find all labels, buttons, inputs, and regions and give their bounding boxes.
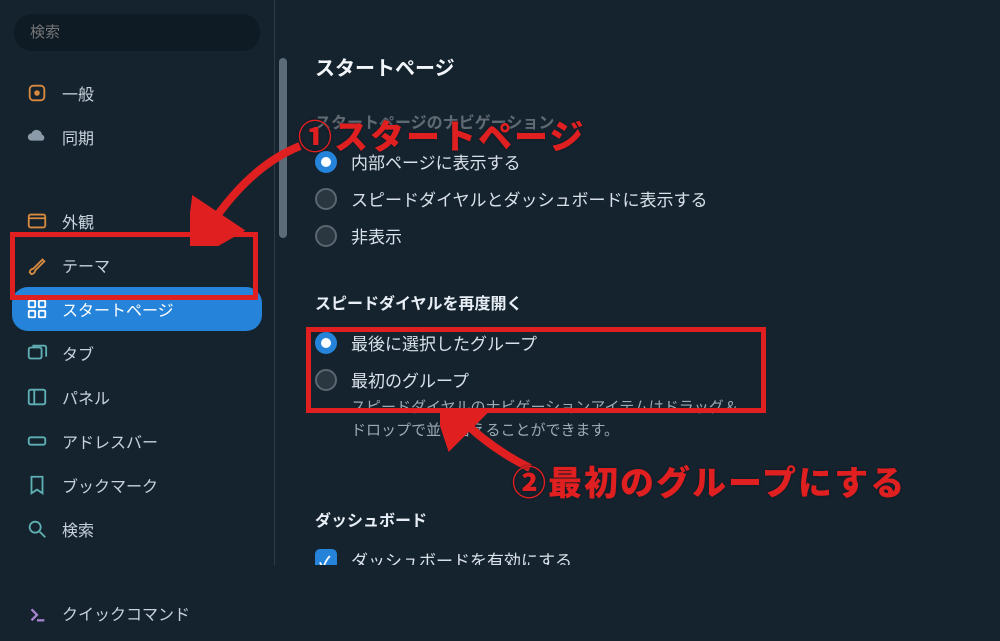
radio-label: 非表示 — [351, 223, 402, 248]
checkbox-enable-dashboard[interactable]: ダッシュボードを有効にする — [315, 541, 960, 565]
panel-icon — [26, 386, 48, 408]
cloud-icon — [26, 126, 48, 148]
sidebar-item-search[interactable]: 検索 — [12, 507, 262, 551]
settings-icon — [26, 82, 48, 104]
annotation-label-1: ①スタートページ — [298, 110, 585, 159]
sidebar-item-tabs[interactable]: タブ — [12, 331, 262, 375]
radio-label: スピードダイヤルとダッシュボードに表示する — [351, 186, 708, 211]
search-container — [14, 14, 260, 51]
window-icon — [26, 210, 48, 232]
radio-description: スピードダイヤルのナビゲーションアイテムはドラッグ＆ドロップで並び替えることがで… — [351, 396, 751, 441]
sidebar-item-label: 検索 — [62, 517, 94, 541]
checkbox-input[interactable] — [315, 549, 337, 566]
sidebar-item-label: スタートページ — [62, 297, 174, 321]
sidebar-item-panels[interactable]: パネル — [12, 375, 262, 419]
radio-input[interactable] — [315, 188, 337, 210]
sidebar-item-bookmarks[interactable]: ブックマーク — [12, 463, 262, 507]
sidebar-item-label: ブックマーク — [62, 473, 158, 497]
sidebar-item-label: 一般 — [62, 81, 94, 105]
radio-input[interactable] — [315, 332, 337, 354]
sidebar-item-label: タブ — [62, 341, 94, 365]
radio-show-speed-dashboard[interactable]: スピードダイヤルとダッシュボードに表示する — [315, 180, 960, 217]
sidebar-item-general[interactable]: 一般 — [12, 71, 262, 115]
sidebar-item-label: アドレスバー — [62, 429, 158, 453]
nav-group-appearance: 外観 テーマ スタートページ — [0, 193, 274, 557]
search-icon — [26, 518, 48, 540]
sidebar-item-label: クイックコマンド — [62, 601, 190, 625]
search-input[interactable] — [14, 14, 260, 51]
address-bar-icon — [26, 430, 48, 452]
nav-group-tools: クイックコマンド — [0, 585, 274, 641]
radio-label: 最後に選択したグループ — [351, 330, 537, 355]
brush-icon — [26, 254, 48, 276]
sidebar-item-start-page[interactable]: スタートページ — [12, 287, 262, 331]
sidebar-item-label: パネル — [62, 385, 110, 409]
radio-hide[interactable]: 非表示 — [315, 217, 960, 254]
nav-group-general: 一般 同期 — [0, 65, 274, 165]
sidebar-item-themes[interactable]: テーマ — [12, 243, 262, 287]
tabs-icon — [26, 342, 48, 364]
radio-last-group[interactable]: 最後に選択したグループ — [315, 324, 960, 361]
settings-sidebar: 一般 同期 外観 — [0, 0, 275, 565]
subsection-dashboard-title: ダッシュボード — [315, 507, 960, 531]
speed-dial-icon — [26, 298, 48, 320]
page-title: スタートページ — [315, 52, 960, 81]
sidebar-item-address-bar[interactable]: アドレスバー — [12, 419, 262, 463]
sidebar-item-label: 同期 — [62, 125, 94, 149]
sidebar-item-label: 外観 — [62, 209, 94, 233]
subsection-reopen-title: スピードダイヤルを再度開く — [315, 290, 960, 314]
sidebar-item-quick-commands[interactable]: クイックコマンド — [12, 591, 262, 635]
quick-commands-icon — [26, 602, 48, 624]
sidebar-item-sync[interactable]: 同期 — [12, 115, 262, 159]
sidebar-item-appearance[interactable]: 外観 — [12, 199, 262, 243]
bookmark-icon — [26, 474, 48, 496]
checkbox-label: ダッシュボードを有効にする — [351, 547, 572, 565]
radio-input[interactable] — [315, 369, 337, 391]
radio-input[interactable] — [315, 225, 337, 247]
annotation-label-2: ②最初のグループにする — [512, 456, 906, 505]
radio-label: 最初のグループ — [351, 367, 751, 392]
sidebar-item-label: テーマ — [62, 253, 110, 277]
radio-first-group[interactable]: 最初のグループ スピードダイヤルのナビゲーションアイテムはドラッグ＆ドロップで並… — [315, 361, 960, 447]
